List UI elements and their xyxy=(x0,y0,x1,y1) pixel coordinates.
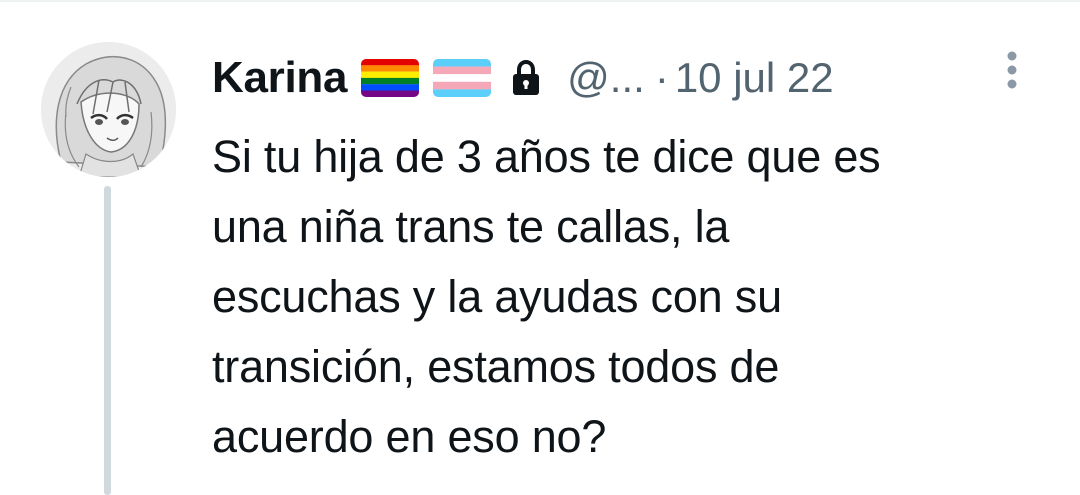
avatar[interactable] xyxy=(41,42,176,177)
tweet-timestamp[interactable]: 10 jul 22 xyxy=(675,54,834,102)
avatar-illustration xyxy=(41,42,176,177)
display-name[interactable]: Karina xyxy=(212,53,347,103)
transgender-flag-emoji xyxy=(433,59,492,97)
tweet-text-line: una niña trans te callas, la xyxy=(212,201,730,252)
thread-connector-line xyxy=(104,186,111,495)
rainbow-flag-emoji xyxy=(361,59,420,97)
tweet-text-line: acuerdo en eso no? xyxy=(212,411,607,462)
user-handle[interactable]: @... xyxy=(567,54,645,102)
more-vertical-icon xyxy=(1007,51,1017,89)
more-options-button[interactable] xyxy=(996,46,1028,98)
top-divider xyxy=(0,0,1080,2)
tweet-header: Karina @... · 10 jul 22 xyxy=(212,50,834,106)
tweet-text: Si tu hija de 3 años te dice que es una … xyxy=(212,122,1052,472)
tweet-text-line: transición, estamos todos de xyxy=(212,341,780,392)
lock-icon xyxy=(511,59,541,97)
tweet-text-line: Si tu hija de 3 años te dice que es xyxy=(212,131,881,182)
tweet-text-line: escuchas y la ayudas con su xyxy=(212,271,782,322)
separator-dot: · xyxy=(654,54,669,101)
